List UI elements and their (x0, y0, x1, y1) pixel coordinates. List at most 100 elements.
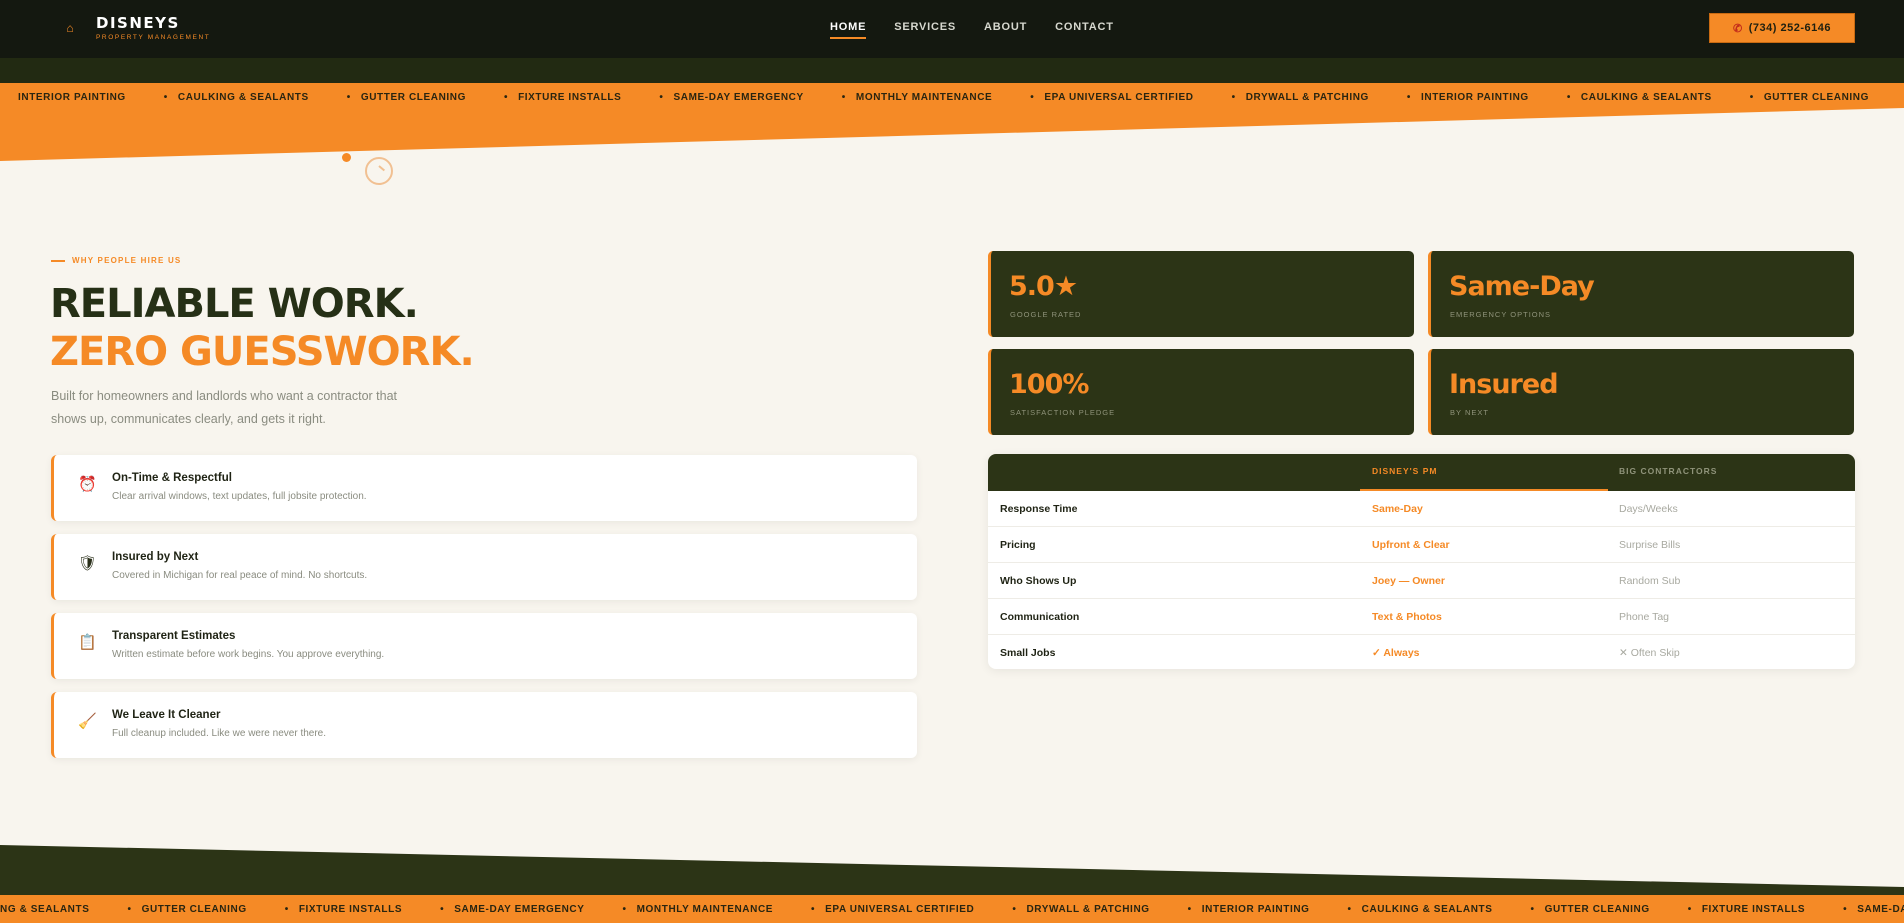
ticker-bullet: • (1566, 92, 1571, 103)
brand-tagline: PROPERTY MANAGEMENT (96, 34, 211, 41)
feature-desc: Full cleanup included. Like we were neve… (112, 728, 327, 739)
row-pm-value: Same-Day (1372, 503, 1423, 515)
section-headline: RELIABLE WORK. ZERO GUESSWORK. (50, 280, 475, 376)
ticker-bullet: • (1030, 92, 1035, 103)
ticker-item: MONTHLY MAINTENANCE (855, 92, 993, 103)
ticker-item: INTERIOR PAINTING (18, 92, 126, 103)
row-label: Pricing (1000, 539, 1036, 551)
feature-card: 🛡 Insured by Next Covered in Michigan fo… (51, 534, 917, 600)
table-row: Small Jobs ✓ Always ✕ Often Skip (988, 635, 1855, 669)
ticker-bullet: • (1406, 92, 1412, 103)
clipboard-icon: 📋 (78, 634, 97, 651)
row-label: Small Jobs (1000, 647, 1056, 659)
section-eyebrow: WHY PEOPLE HIRE US (51, 256, 181, 265)
ticker-item: GUTTER CLEANING (141, 904, 247, 915)
ticker-bullet: • (1749, 92, 1754, 103)
phone-number: (734) 252-6146 (1748, 22, 1831, 34)
house-icon: ⌂ (66, 20, 74, 35)
feature-desc: Written estimate before work begins. You… (112, 649, 385, 660)
feature-title: On-Time & Respectful (112, 472, 232, 484)
services-ticker-top: INTERIOR PAINTING • CAULKING & SEALANTS • GU… (0, 83, 1904, 161)
feature-desc: Clear arrival windows, text updates, ful… (112, 491, 367, 502)
ticker-item: GUTTER CLEANING (1544, 904, 1650, 915)
comparison-header: DISNEY'S PM BIG CONTRACTORS (988, 454, 1855, 491)
ticker-item: FIXTURE INSTALLS (1701, 904, 1806, 915)
stat-card-satisfaction: 100% SATISFACTION PLEDGE (988, 349, 1414, 435)
table-row: Communication Text & Photos Phone Tag (988, 599, 1855, 635)
comparison-table: DISNEY'S PM BIG CONTRACTORS Response Tim… (988, 454, 1855, 669)
nav-services[interactable]: SERVICES (894, 21, 956, 39)
eyebrow-text: WHY PEOPLE HIRE US (72, 256, 182, 265)
section-lead: Built for homeowners and landlords who w… (51, 389, 398, 426)
ticker-item: SAME-DAY EMERGENCY (454, 904, 585, 915)
row-pm-value: Upfront & Clear (1372, 539, 1450, 551)
stat-card-same-day: Same-Day EMERGENCY OPTIONS (1428, 251, 1854, 337)
header-strip (0, 58, 1904, 83)
brand-name: DISNEYS (96, 14, 180, 32)
ticker-item: CAULKING & SEALANTS (177, 92, 309, 103)
decorative-dot (342, 153, 351, 162)
nav-about[interactable]: ABOUT (984, 21, 1027, 39)
nav-contact[interactable]: CONTACT (1055, 21, 1114, 39)
stat-value: Insured (1449, 369, 1559, 400)
feature-title: Insured by Next (112, 551, 199, 563)
ticker-bullet: • (284, 904, 289, 915)
ticker-item: FIXTURE INSTALLS (298, 904, 403, 915)
feature-title: We Leave It Cleaner (112, 709, 221, 721)
alarm-clock-icon: ⏰ (78, 476, 97, 493)
ticker-item: FIXTURE INSTALLS (518, 92, 622, 103)
ticker-row: INTERIOR PAINTING • CAULKING & SEALANTS • GU… (18, 92, 1904, 103)
feature-card: 🧹 We Leave It Cleaner Full cleanup inclu… (51, 692, 917, 758)
column-header-big: BIG CONTRACTORS (1619, 466, 1718, 476)
stat-value: 5.0★ (1009, 271, 1078, 302)
stat-label: EMERGENCY OPTIONS (1450, 310, 1552, 319)
row-pm-value: ✓ Always (1372, 647, 1420, 659)
row-big-value: Surprise Bills (1619, 539, 1681, 551)
ticker-bullet: • (163, 92, 168, 103)
ticker-bullet: • (346, 92, 351, 103)
ticker-item: EPA UNIVERSAL CERTIFIED (825, 904, 975, 915)
call-button[interactable]: ✆ (734) 252-6146 (1709, 13, 1855, 43)
ticker-bullet: • (1012, 904, 1017, 915)
row-big-value: Days/Weeks (1619, 503, 1678, 515)
feature-list: ⏰ On-Time & Respectful Clear arrival win… (51, 455, 917, 771)
stat-value: 100% (1009, 369, 1089, 400)
ticker-item: CAULKING & SEALANTS (1361, 904, 1493, 915)
column-header-pm: DISNEY'S PM (1372, 466, 1438, 476)
ticker-item: GUTTER CLEANING (1763, 92, 1869, 103)
brand-logo[interactable]: ⌂ DISNEYS PROPERTY MANAGEMENT (62, 14, 210, 41)
ticker-bullet: • (503, 92, 509, 103)
stat-card-insured: Insured BY NEXT (1428, 349, 1854, 435)
stat-label: BY NEXT (1450, 408, 1489, 417)
shield-icon: 🛡 (78, 555, 98, 572)
headline-line-2: ZERO GUESSWORK. (50, 329, 475, 375)
eyebrow-line (51, 259, 65, 262)
ticker-bullet: • (811, 904, 816, 915)
ticker-item: MONTHLY MAINTENANCE (636, 904, 774, 915)
ticker-item: INTERIOR PAINTING (1421, 92, 1529, 103)
row-big-value: Phone Tag (1619, 611, 1670, 623)
ticker-item: GUTTER CLEANING (360, 92, 466, 103)
ticker-bullet: • (622, 904, 627, 915)
row-label: Response Time (1000, 503, 1078, 515)
stat-card-rating: 5.0★ GOOGLE RATED (988, 251, 1414, 337)
ticker-bullet: • (1347, 904, 1352, 915)
nav-home[interactable]: HOME (830, 21, 867, 39)
row-big-value: ✕ Often Skip (1619, 647, 1680, 659)
ticker-bullet: • (1687, 904, 1692, 915)
ticker-bullet: • (1187, 904, 1192, 915)
ticker-bullet: • (440, 904, 445, 915)
stat-value: Same-Day (1449, 271, 1595, 302)
feature-card: ⏰ On-Time & Respectful Clear arrival win… (51, 455, 917, 521)
ticker-bullet: • (841, 92, 846, 103)
feature-title: Transparent Estimates (112, 630, 236, 642)
row-label: Communication (1000, 611, 1080, 623)
footer-band (0, 845, 1904, 895)
ticker-item: CAULKING & SEALANTS (1580, 92, 1712, 103)
table-row: Who Shows Up Joey — Owner Random Sub (988, 563, 1855, 599)
ticker-item: DRYWALL & PATCHING (1245, 92, 1369, 103)
ticker-item: INTERIOR PAINTING (1201, 904, 1310, 915)
row-big-value: Random Sub (1619, 575, 1681, 587)
row-label: Who Shows Up (1000, 575, 1077, 587)
ticker-bullet: • (659, 92, 664, 103)
